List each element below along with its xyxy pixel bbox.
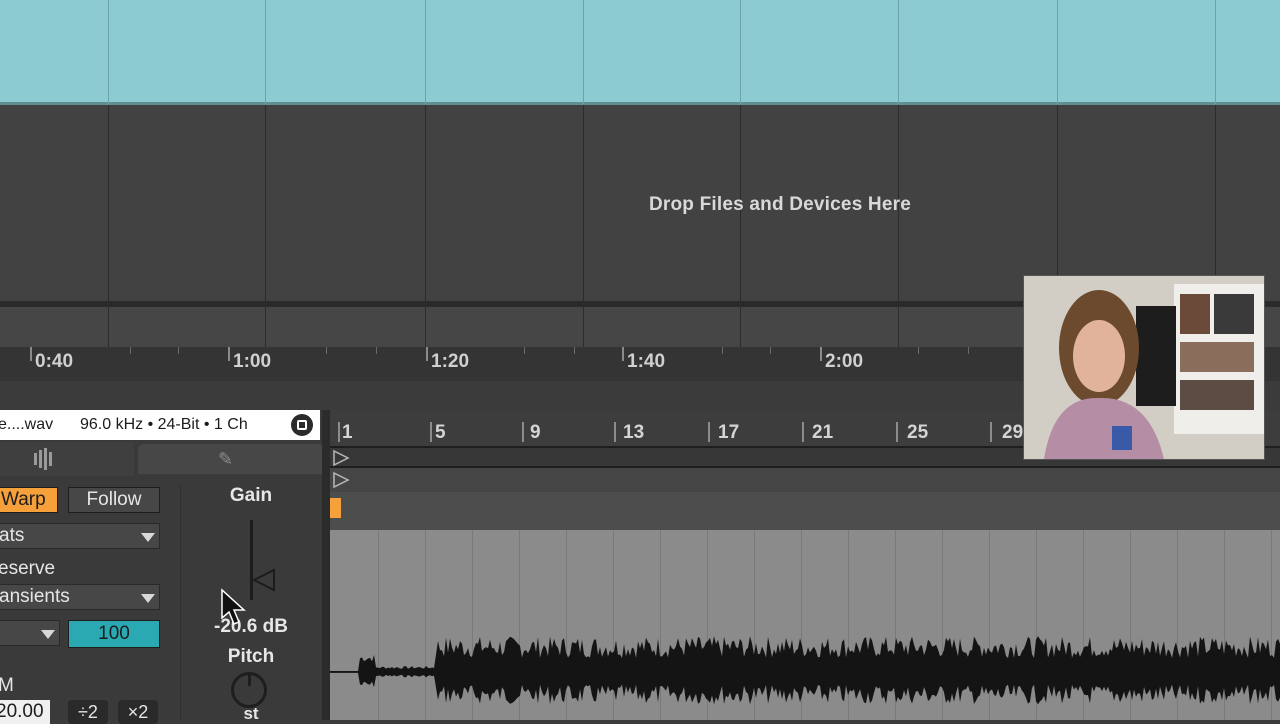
waveform-shape xyxy=(330,636,1280,705)
beat-tick xyxy=(896,422,898,442)
file-name: e....wav xyxy=(0,416,54,433)
webcam-overlay xyxy=(1023,275,1265,460)
tab-sample[interactable] xyxy=(0,442,134,476)
time-subtick xyxy=(770,347,771,354)
preserve-mode-value: ansients xyxy=(0,586,70,607)
beat-label: 17 xyxy=(718,422,740,443)
beat-label: 5 xyxy=(435,422,446,443)
bpm-label: M xyxy=(0,675,14,696)
time-subtick xyxy=(968,347,969,354)
gain-fader-handle[interactable] xyxy=(252,568,278,592)
beat-label: 13 xyxy=(623,422,645,443)
beat-tick xyxy=(708,422,710,442)
grid-line xyxy=(425,105,426,347)
time-label: 1:40 xyxy=(627,351,666,372)
time-tick xyxy=(228,347,230,361)
loop-start-marker-icon[interactable] xyxy=(332,471,352,489)
chevron-down-icon xyxy=(41,630,55,639)
presenter-image xyxy=(1024,276,1264,459)
beat-tick xyxy=(990,422,992,442)
mouse-cursor-icon xyxy=(221,588,246,625)
beat-tick xyxy=(614,422,616,442)
save-icon[interactable] xyxy=(291,414,313,436)
time-tick xyxy=(426,347,428,361)
bpm-value[interactable]: 20.00 xyxy=(0,700,50,724)
follow-button[interactable]: Follow xyxy=(68,487,160,513)
editor-separator xyxy=(322,410,330,720)
clip-start-marker[interactable] xyxy=(330,498,341,518)
beat-tick xyxy=(430,422,432,442)
warp-button[interactable]: Warp xyxy=(0,487,58,513)
clip-panel-tabs xyxy=(0,442,330,476)
grid-line xyxy=(583,105,584,347)
grid-line xyxy=(265,0,266,104)
gain-value[interactable]: -20.6 dB xyxy=(200,616,302,638)
time-subtick xyxy=(326,347,327,354)
time-subtick xyxy=(918,347,919,354)
time-tick xyxy=(30,347,32,361)
grid-line xyxy=(583,0,584,104)
time-subtick xyxy=(376,347,377,354)
grid-line xyxy=(740,0,741,104)
loop-region[interactable] xyxy=(330,492,1280,530)
beat-label: 25 xyxy=(907,422,929,443)
grain-mode-dropdown[interactable] xyxy=(0,620,60,646)
warp-mode-dropdown[interactable]: ats xyxy=(0,523,160,549)
beat-tick xyxy=(802,422,804,442)
grid-line xyxy=(898,105,899,347)
time-label: 1:00 xyxy=(233,351,272,372)
time-label: 1:20 xyxy=(431,351,470,372)
grid-line xyxy=(1215,0,1216,104)
drop-files-hint: Drop Files and Devices Here xyxy=(648,194,911,215)
waveform-display[interactable] xyxy=(330,530,1280,720)
double-tempo-button[interactable]: ×2 xyxy=(118,700,158,724)
grid-line xyxy=(425,0,426,104)
file-properties: 96.0 kHz • 24-Bit • 1 Ch xyxy=(80,416,248,433)
beat-label: 9 xyxy=(530,422,541,443)
preserve-label: eserve xyxy=(0,558,56,579)
grain-size-value[interactable]: 100 xyxy=(68,620,160,648)
beat-tick xyxy=(522,422,524,442)
grid-line xyxy=(1057,0,1058,104)
half-tempo-button[interactable]: ÷2 xyxy=(68,700,108,724)
waveform xyxy=(330,636,1280,705)
time-tick xyxy=(622,347,624,361)
waveform-icon xyxy=(34,442,54,476)
time-subtick xyxy=(574,347,575,354)
time-subtick xyxy=(130,347,131,354)
warp-mode-value: ats xyxy=(0,525,25,546)
gain-label: Gain xyxy=(229,485,273,506)
grid-line xyxy=(740,105,741,347)
beat-tick xyxy=(338,422,340,442)
pitch-label: Pitch xyxy=(227,646,275,667)
beat-label: 21 xyxy=(812,422,834,443)
loop-brace-lane[interactable] xyxy=(330,468,1280,492)
time-tick xyxy=(820,347,822,361)
time-label: 0:40 xyxy=(35,351,74,372)
time-label: 2:00 xyxy=(825,351,864,372)
grid-line xyxy=(108,105,109,347)
chevron-down-icon xyxy=(141,533,155,542)
beat-label: 1 xyxy=(342,422,353,443)
chevron-down-icon xyxy=(141,594,155,603)
grid-line xyxy=(265,105,266,347)
start-marker-icon[interactable] xyxy=(332,449,352,467)
grid-line xyxy=(108,0,109,104)
pencil-icon: ✎ xyxy=(218,449,234,469)
preserve-mode-dropdown[interactable]: ansients xyxy=(0,584,160,610)
pitch-knob[interactable] xyxy=(231,672,267,708)
time-subtick xyxy=(722,347,723,354)
panel-divider xyxy=(180,486,181,720)
time-subtick xyxy=(178,347,179,354)
grid-line xyxy=(898,0,899,104)
time-subtick xyxy=(524,347,525,354)
beat-label: 29 xyxy=(1002,422,1024,443)
file-info-bar: e....wav 96.0 kHz • 24-Bit • 1 Ch xyxy=(0,410,320,440)
pitch-unit: st xyxy=(243,704,259,723)
